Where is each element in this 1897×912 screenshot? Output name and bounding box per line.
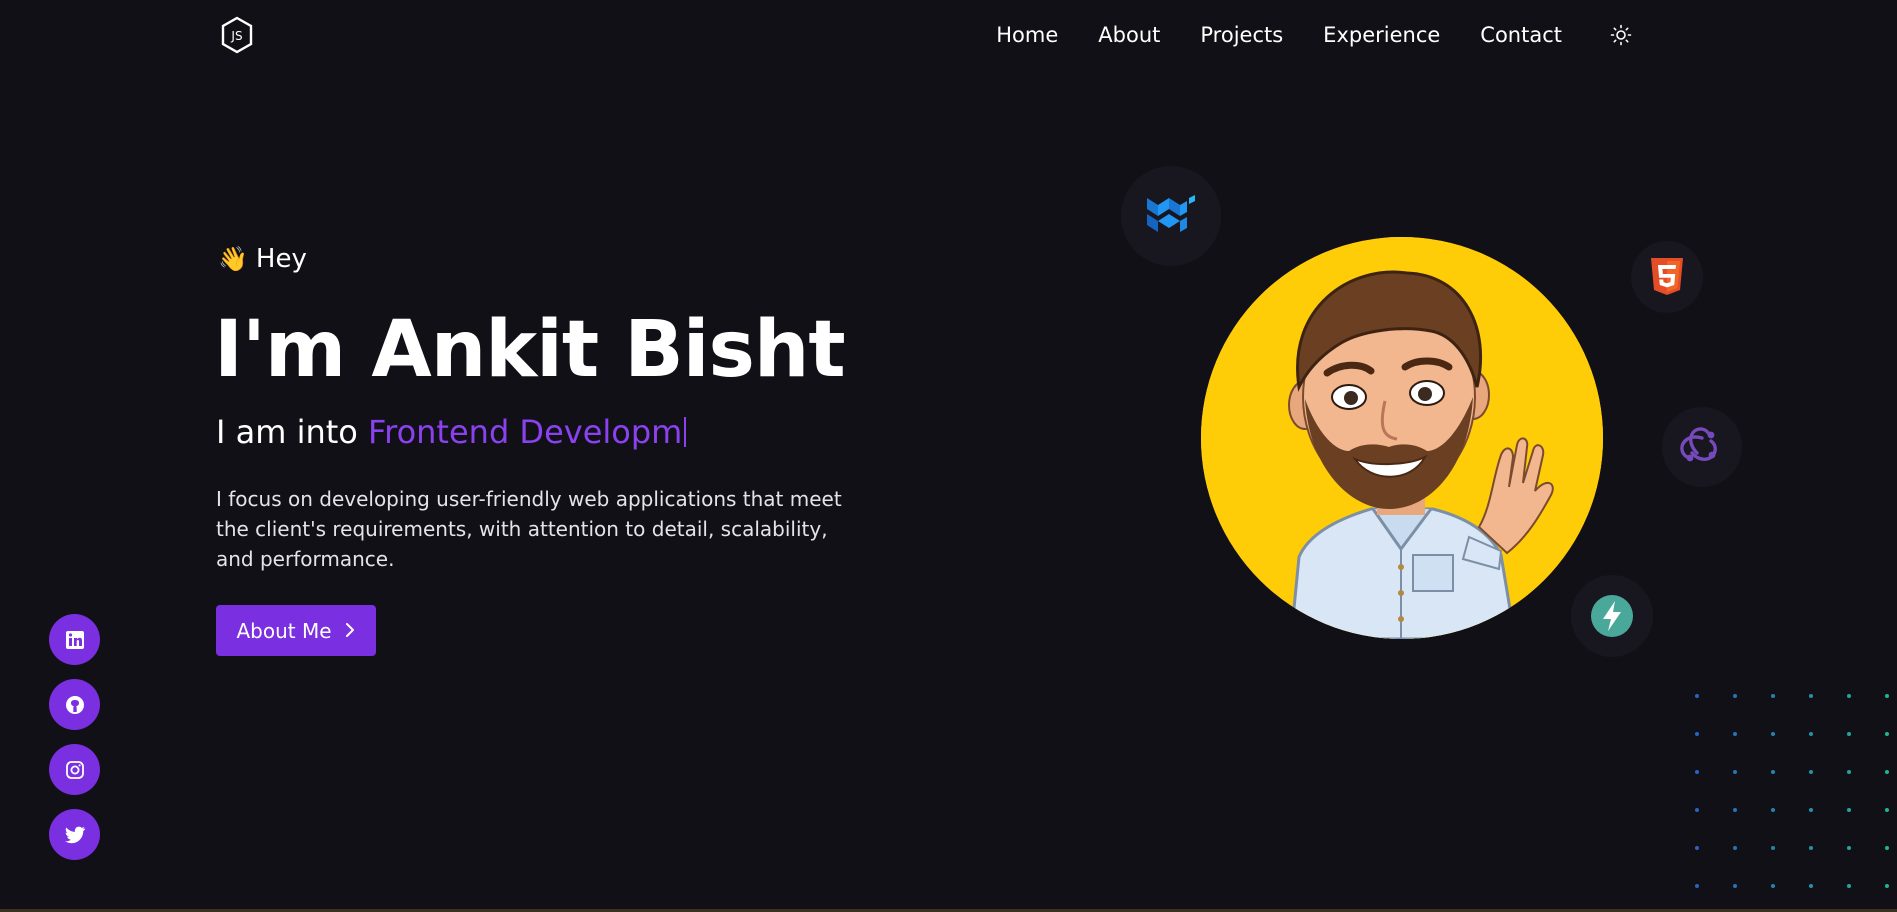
decorative-dot bbox=[1771, 884, 1775, 888]
decorative-dot bbox=[1847, 846, 1851, 850]
main-nav: Home About Projects Experience Contact bbox=[956, 20, 1634, 50]
social-links bbox=[49, 614, 100, 874]
decorative-dot bbox=[1733, 808, 1737, 812]
decorative-dot bbox=[1695, 884, 1699, 888]
nav-projects[interactable]: Projects bbox=[1200, 20, 1283, 50]
decorative-dot bbox=[1733, 770, 1737, 774]
about-me-label: About Me bbox=[236, 618, 332, 643]
decorative-dot bbox=[1885, 694, 1889, 698]
decorative-dot bbox=[1885, 770, 1889, 774]
material-ui-icon bbox=[1121, 166, 1221, 266]
decorative-dot bbox=[1809, 884, 1813, 888]
decorative-dot bbox=[1809, 732, 1813, 736]
fastapi-icon bbox=[1571, 575, 1653, 657]
decorative-dot bbox=[1885, 808, 1889, 812]
decorative-dot bbox=[1847, 770, 1851, 774]
role-prefix: I am into bbox=[216, 413, 358, 451]
decorative-dot bbox=[1847, 808, 1851, 812]
role-line: I am into Frontend Developm bbox=[216, 413, 687, 451]
decorative-dot bbox=[1695, 694, 1699, 698]
decorative-dot bbox=[1771, 770, 1775, 774]
chevron-right-icon bbox=[344, 619, 356, 643]
decorative-dot bbox=[1847, 884, 1851, 888]
decorative-dot bbox=[1771, 808, 1775, 812]
nav-contact[interactable]: Contact bbox=[1480, 20, 1562, 50]
nav-experience[interactable]: Experience bbox=[1323, 20, 1440, 50]
decorative-dot bbox=[1809, 770, 1813, 774]
instagram-icon[interactable] bbox=[49, 744, 100, 795]
decorative-dot bbox=[1847, 732, 1851, 736]
sun-icon[interactable] bbox=[1608, 22, 1634, 48]
greeting: 👋 Hey bbox=[218, 244, 307, 274]
decorative-dot bbox=[1885, 884, 1889, 888]
decorative-dot bbox=[1771, 732, 1775, 736]
decorative-dot bbox=[1847, 694, 1851, 698]
role-typed-text: Frontend Developm bbox=[368, 413, 683, 451]
github-icon[interactable] bbox=[49, 679, 100, 730]
decorative-dot bbox=[1695, 846, 1699, 850]
decorative-dot bbox=[1885, 846, 1889, 850]
nav-about[interactable]: About bbox=[1098, 20, 1160, 50]
waving-hand-icon: 👋 bbox=[218, 245, 248, 273]
decorative-dot bbox=[1695, 808, 1699, 812]
hero-headline: I'm Ankit Bisht bbox=[214, 305, 846, 395]
decorative-dot bbox=[1733, 694, 1737, 698]
linkedin-icon[interactable] bbox=[49, 614, 100, 665]
decorative-dot bbox=[1771, 694, 1775, 698]
decorative-dot bbox=[1809, 808, 1813, 812]
bitmoji-avatar bbox=[1201, 237, 1603, 639]
svg-text:JS: JS bbox=[230, 29, 242, 43]
decorative-dot bbox=[1885, 732, 1889, 736]
decorative-dot bbox=[1695, 770, 1699, 774]
decorative-dot bbox=[1771, 846, 1775, 850]
decorative-dot-grid bbox=[1695, 694, 1897, 894]
nav-home[interactable]: Home bbox=[996, 20, 1058, 50]
html5-icon bbox=[1631, 241, 1703, 313]
decorative-dot bbox=[1733, 846, 1737, 850]
decorative-dot bbox=[1809, 846, 1813, 850]
greeting-text: Hey bbox=[255, 244, 307, 274]
redux-icon bbox=[1662, 407, 1742, 487]
hero-description: I focus on developing user-friendly web … bbox=[216, 487, 842, 571]
portfolio-page: JS Home About Projects Experience Contac… bbox=[0, 0, 1897, 912]
typing-caret bbox=[684, 417, 687, 447]
decorative-dot bbox=[1733, 732, 1737, 736]
twitter-icon[interactable] bbox=[49, 809, 100, 860]
nodejs-logo-icon[interactable]: JS bbox=[220, 16, 254, 54]
decorative-dot bbox=[1809, 694, 1813, 698]
about-me-button[interactable]: About Me bbox=[216, 605, 376, 656]
decorative-dot bbox=[1695, 732, 1699, 736]
decorative-dot bbox=[1733, 884, 1737, 888]
